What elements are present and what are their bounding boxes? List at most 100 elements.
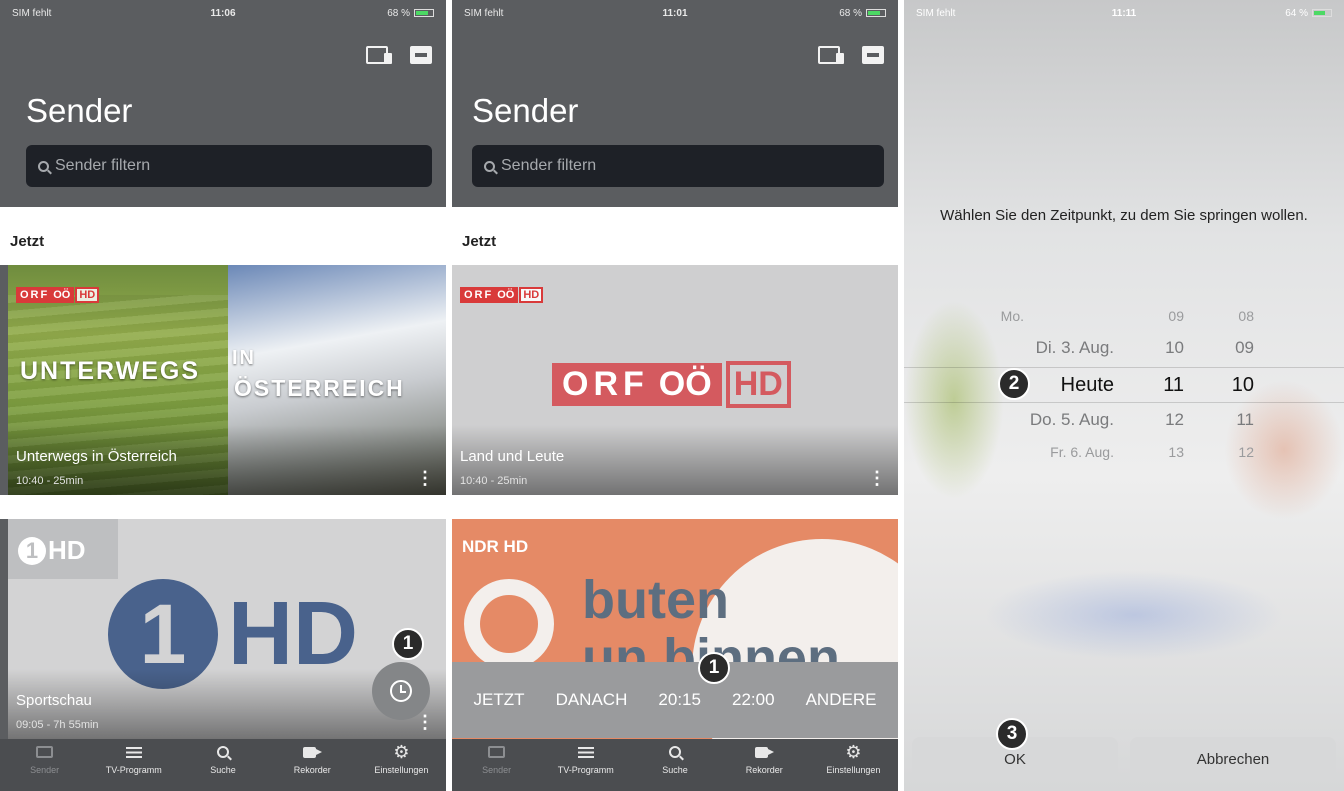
- battery-icon: [1312, 8, 1333, 17]
- thumbnail-orf-logo: ORF OÖ HD: [552, 361, 791, 408]
- channel-logo-ard: HD: [18, 535, 86, 566]
- tab-einstellungen[interactable]: ⚙ Einstellungen: [357, 739, 446, 791]
- more-options-icon[interactable]: ⋮: [416, 469, 434, 487]
- channel-logo-orf: ORF OÖ HD: [16, 287, 100, 303]
- picker-minute: 08: [1238, 308, 1254, 324]
- time-option-next[interactable]: DANACH: [556, 690, 628, 710]
- tv-devices-icon[interactable]: [366, 46, 392, 64]
- tv-icon: [488, 746, 506, 758]
- picker-row-selected[interactable]: Heute 11 10: [904, 367, 1344, 403]
- status-bar: SIM fehlt 11:01 68 %: [452, 0, 898, 26]
- clock-label: 11:11: [1111, 7, 1137, 19]
- channel-card-orf[interactable]: ORF OÖ HD ORF OÖ HD Land und Leute 10:40…: [452, 265, 898, 495]
- radio-icon[interactable]: [862, 46, 884, 64]
- more-options-icon[interactable]: ⋮: [416, 713, 434, 731]
- step-badge-1: 1: [698, 652, 730, 684]
- tab-suche[interactable]: Suche: [630, 739, 719, 791]
- picker-minute: 12: [1238, 444, 1254, 460]
- picker-hour: 13: [1168, 444, 1184, 460]
- tab-label: Rekorder: [745, 765, 783, 775]
- clock-icon: [390, 680, 412, 702]
- tab-label: Einstellungen: [826, 765, 881, 775]
- battery-label: 64 %: [1193, 7, 1333, 19]
- time-selection-bar: JETZT DANACH 20:15 22:00 ANDERE: [452, 662, 898, 738]
- picker-hour: 12: [1165, 410, 1184, 429]
- header-actions: [818, 46, 884, 64]
- tab-bar: Sender TV-Programm Suche Rekorder ⚙ Einst…: [452, 739, 898, 791]
- search-icon: [484, 160, 495, 172]
- tab-rekorder[interactable]: Rekorder: [268, 739, 357, 791]
- picker-prompt: Wählen Sie den Zeitpunkt, zu dem Sie spr…: [940, 207, 1308, 224]
- search-placeholder: Sender filtern: [55, 157, 151, 174]
- picker-hour: 09: [1168, 308, 1184, 324]
- picker-row[interactable]: Di. 3. Aug. 10 09: [904, 331, 1344, 365]
- time-option-other[interactable]: ANDERE: [806, 690, 877, 710]
- tab-einstellungen[interactable]: ⚙ Einstellungen: [809, 739, 898, 791]
- logo-hd-text: HD: [75, 287, 100, 303]
- picker-minute: 11: [1236, 410, 1254, 429]
- logo-orf-text: ORF: [16, 287, 54, 303]
- tab-tv-programm[interactable]: TV-Programm: [89, 739, 178, 791]
- thumbnail-text-3: ÖSTERREICH: [234, 375, 405, 401]
- program-time: 10:40 - 25min: [16, 475, 84, 487]
- tab-rekorder[interactable]: Rekorder: [720, 739, 809, 791]
- screen-channels-time-selection: SIM fehlt 11:01 68 % Sender Sender filte…: [452, 0, 898, 791]
- gear-icon: ⚙: [845, 742, 862, 762]
- cancel-button[interactable]: Abbrechen: [1130, 737, 1336, 781]
- screen-channels-list: SIM fehlt 11:06 68 % Sender Sender filte…: [0, 0, 446, 791]
- tab-tv-programm[interactable]: TV-Programm: [541, 739, 630, 791]
- logo-orf-text: ORF: [460, 287, 498, 303]
- thumbnail-hd-text: HD: [725, 361, 791, 408]
- thumbnail-text-1: buten: [582, 570, 729, 630]
- channel-logo-ndr: NDR HD: [462, 537, 529, 556]
- radio-icon[interactable]: [410, 46, 432, 64]
- picker-day: Mo.: [1000, 308, 1024, 324]
- search-input[interactable]: Sender filtern: [472, 145, 884, 187]
- picker-hour: 10: [1165, 338, 1184, 357]
- search-icon: [38, 160, 49, 172]
- camera-icon: [755, 746, 775, 758]
- tab-sender[interactable]: Sender: [0, 739, 89, 791]
- status-bar: SIM fehlt 11:11 64 %: [904, 0, 1344, 26]
- battery-label: 68 %: [745, 8, 887, 19]
- battery-percent: 68 %: [387, 7, 411, 19]
- picker-day: Fr. 6. Aug.: [1050, 444, 1114, 460]
- program-time: 10:40 - 25min: [460, 475, 528, 487]
- picker-row[interactable]: Mo. 09 08: [904, 299, 1344, 333]
- battery-percent: 64 %: [1285, 7, 1309, 19]
- step-badge-3: 3: [996, 718, 1028, 750]
- search-icon: [669, 746, 681, 758]
- tab-suche[interactable]: Suche: [178, 739, 267, 791]
- battery-label: 68 %: [293, 7, 435, 19]
- channel-card-orf[interactable]: ORF OÖ HD UNTERWEGS IN ÖSTERREICH Unterw…: [8, 265, 446, 495]
- date-time-picker[interactable]: Mo. 09 08 Di. 3. Aug. 10 09 Heute 11 10 …: [904, 285, 1344, 465]
- card-separator: [0, 495, 446, 519]
- time-jump-button[interactable]: [372, 662, 430, 720]
- step-badge-1: 1: [392, 628, 424, 660]
- thumbnail-text-1: UNTERWEGS: [20, 357, 201, 385]
- tv-icon: [36, 746, 54, 758]
- picker-minute-selected: 10: [1231, 373, 1254, 396]
- tab-label: Sender: [30, 765, 60, 775]
- carrier-label: SIM fehlt: [12, 7, 52, 19]
- screen-time-picker: SIM fehlt 11:11 64 % Wählen Sie den Zeit…: [904, 0, 1344, 791]
- more-options-icon[interactable]: ⋮: [868, 469, 886, 487]
- picker-day: Do. 5. Aug.: [1029, 410, 1114, 429]
- tab-label: Sender: [482, 765, 512, 775]
- program-time: 09:05 - 7h 55min: [16, 719, 99, 731]
- picker-minute: 09: [1235, 338, 1254, 357]
- clock-label: 11:06: [210, 7, 236, 19]
- program-title: Unterwegs in Österreich: [16, 448, 177, 465]
- time-option-now[interactable]: JETZT: [474, 690, 525, 710]
- picker-row[interactable]: Fr. 6. Aug. 13 12: [904, 435, 1344, 469]
- picker-row[interactable]: Do. 5. Aug. 12 11: [904, 403, 1344, 437]
- thumbnail-oo-text: OÖ: [658, 363, 722, 406]
- time-option-2015[interactable]: 20:15: [658, 690, 701, 710]
- section-header-now: Jetzt: [452, 207, 898, 265]
- tv-devices-icon[interactable]: [818, 46, 844, 64]
- tab-sender[interactable]: Sender: [452, 739, 541, 791]
- search-placeholder: Sender filtern: [501, 157, 597, 174]
- time-option-2200[interactable]: 22:00: [732, 690, 775, 710]
- header-actions: [366, 46, 432, 64]
- search-input[interactable]: Sender filtern: [26, 145, 432, 187]
